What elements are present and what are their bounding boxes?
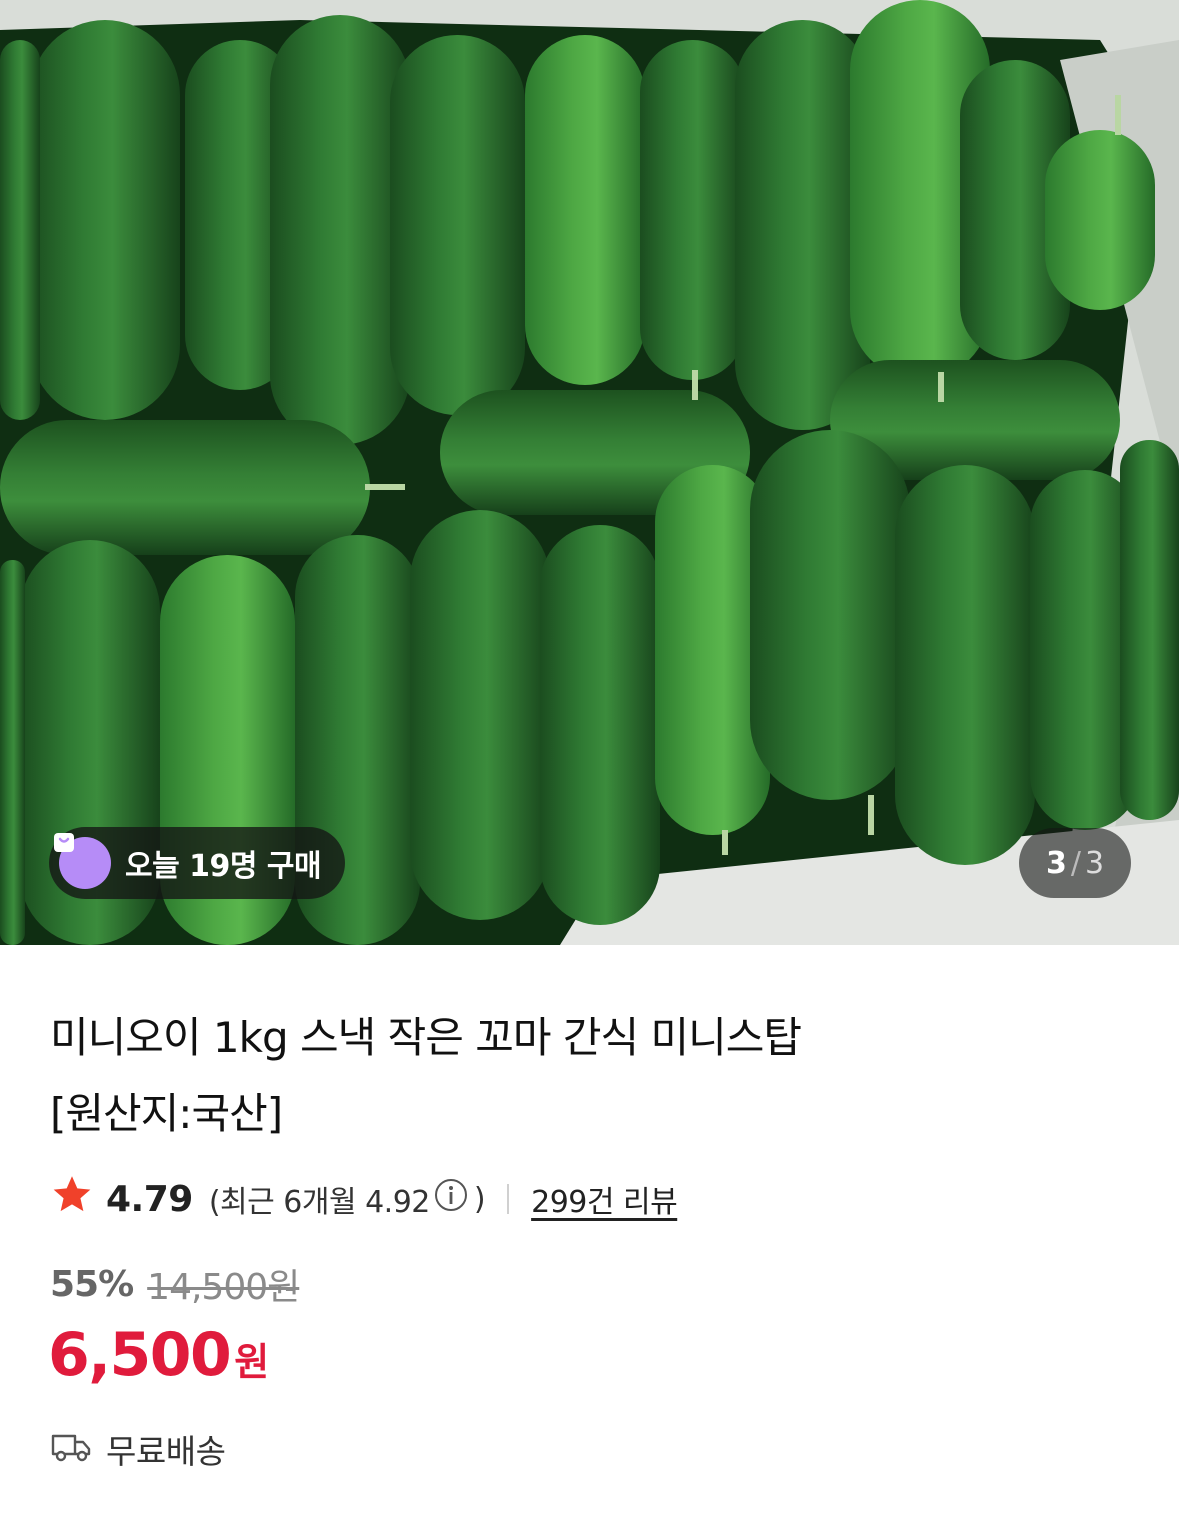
sale-price: 6,500 원 <box>48 1320 269 1390</box>
info-icon[interactable] <box>434 1178 468 1220</box>
recent-rating-label: (최근 6개월 4.92 <box>208 1185 431 1220</box>
shipping-row: 무료배송 <box>50 1424 226 1474</box>
rating-score: 4.79 <box>106 1178 193 1220</box>
product-title-line2: [원산지:국산] <box>50 1089 283 1138</box>
sale-price-amount: 6,500 <box>48 1320 232 1390</box>
reviews-link[interactable]: 299건 리뷰 <box>531 1177 678 1221</box>
product-title-line1: 미니오이 1kg 스낵 작은 꼬마 간식 미니스탑 <box>50 1013 802 1062</box>
discount-row: 55% 14,500원 <box>50 1262 300 1309</box>
today-buyers-badge: 오늘 19명 구매 <box>49 827 346 899</box>
pager-current: 3 <box>1045 845 1067 881</box>
product-image-carousel[interactable]: 오늘 19명 구매 3 / 3 <box>0 0 1179 945</box>
rating-row: 4.79 (최근 6개월 4.92 ) 299건 리뷰 <box>50 1172 678 1226</box>
product-photo <box>0 0 1179 945</box>
product-title: 미니오이 1kg 스낵 작은 꼬마 간식 미니스탑 [원산지:국산] <box>50 1000 1130 1152</box>
shipping-label: 무료배송 <box>106 1432 226 1471</box>
pager-separator: / <box>1070 845 1081 881</box>
truck-icon <box>50 1430 92 1468</box>
image-pager: 3 / 3 <box>1019 828 1131 898</box>
recent-rating: (최근 6개월 4.92 ) <box>208 1177 486 1221</box>
rating-divider <box>507 1184 510 1214</box>
pager-total: 3 <box>1084 845 1105 881</box>
original-price: 14,500원 <box>147 1267 300 1308</box>
today-buyers-label: 오늘 19명 구매 <box>125 849 322 884</box>
shopping-bag-icon <box>54 833 111 889</box>
sale-price-unit: 원 <box>234 1340 270 1384</box>
discount-percent: 55% <box>50 1263 134 1305</box>
recent-rating-close: ) <box>473 1181 486 1217</box>
star-icon <box>50 1173 94 1225</box>
